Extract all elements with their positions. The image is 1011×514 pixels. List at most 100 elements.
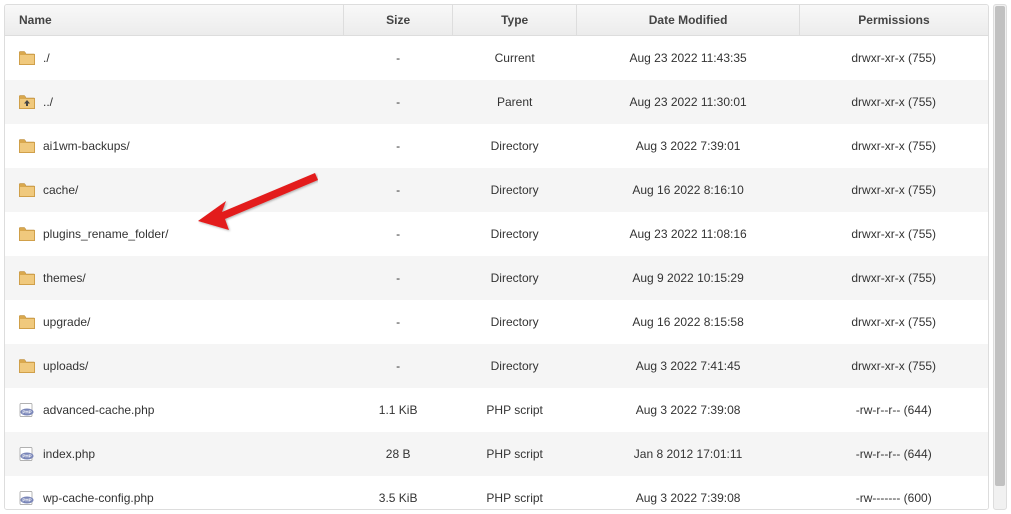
- file-name-label: themes/: [43, 271, 86, 285]
- col-header-size[interactable]: Size: [344, 5, 453, 36]
- cell-date: Aug 3 2022 7:39:01: [577, 124, 800, 168]
- svg-text:PHP: PHP: [22, 453, 31, 458]
- cell-type: Directory: [453, 212, 577, 256]
- table-header-row: Name Size Type Date Modified Permissions: [5, 5, 988, 36]
- file-name-label: index.php: [43, 447, 95, 461]
- scrollbar-thumb[interactable]: [995, 6, 1005, 486]
- col-header-date[interactable]: Date Modified: [577, 5, 800, 36]
- cell-type: PHP script: [453, 388, 577, 432]
- folder-icon: [19, 51, 35, 65]
- cell-size: 3.5 KiB: [344, 476, 453, 511]
- cell-perm: -rw------- (600): [799, 476, 988, 511]
- table-row[interactable]: PHP advanced-cache.php 1.1 KiBPHP scriptAu…: [5, 388, 988, 432]
- table-row[interactable]: ai1wm-backups/-DirectoryAug 3 2022 7:39:…: [5, 124, 988, 168]
- php-icon: PHP: [19, 491, 35, 505]
- cell-type: Directory: [453, 124, 577, 168]
- cell-type: Directory: [453, 168, 577, 212]
- cell-name[interactable]: plugins_rename_folder/: [5, 212, 344, 256]
- file-table: Name Size Type Date Modified Permissions…: [5, 5, 988, 510]
- cell-type: Directory: [453, 344, 577, 388]
- php-icon: PHP: [19, 447, 35, 461]
- cell-type: Directory: [453, 256, 577, 300]
- table-row[interactable]: upgrade/ -DirectoryAug 16 2022 8:15:58drw…: [5, 300, 988, 344]
- svg-text:PHP: PHP: [22, 497, 31, 502]
- cell-perm: drwxr-xr-x (755): [799, 256, 988, 300]
- cell-size: -: [344, 168, 453, 212]
- file-name-label: plugins_rename_folder/: [43, 227, 168, 241]
- col-header-perm[interactable]: Permissions: [799, 5, 988, 36]
- col-header-name[interactable]: Name: [5, 5, 344, 36]
- cell-name[interactable]: PHP wp-cache-config.php: [5, 476, 344, 511]
- folder-icon: [19, 359, 35, 373]
- cell-date: Aug 3 2022 7:39:08: [577, 388, 800, 432]
- up-icon: [19, 95, 35, 109]
- cell-date: Aug 3 2022 7:39:08: [577, 476, 800, 511]
- cell-perm: -rw-r--r-- (644): [799, 388, 988, 432]
- cell-perm: drwxr-xr-x (755): [799, 168, 988, 212]
- cell-size: -: [344, 344, 453, 388]
- file-name-label: advanced-cache.php: [43, 403, 154, 417]
- file-name-label: ../: [43, 95, 53, 109]
- cell-perm: -rw-r--r-- (644): [799, 432, 988, 476]
- cell-type: Parent: [453, 80, 577, 124]
- cell-name[interactable]: PHP advanced-cache.php: [5, 388, 344, 432]
- cell-type: PHP script: [453, 432, 577, 476]
- cell-date: Aug 16 2022 8:15:58: [577, 300, 800, 344]
- cell-perm: drwxr-xr-x (755): [799, 344, 988, 388]
- scrollbar[interactable]: [993, 4, 1007, 510]
- table-row[interactable]: plugins_rename_folder/ -DirectoryAug 23 2…: [5, 212, 988, 256]
- cell-size: -: [344, 300, 453, 344]
- cell-name[interactable]: ../: [5, 80, 344, 124]
- cell-size: -: [344, 80, 453, 124]
- folder-icon: [19, 139, 35, 153]
- file-panel: Name Size Type Date Modified Permissions…: [4, 4, 989, 510]
- file-name-label: wp-cache-config.php: [43, 491, 154, 505]
- table-row[interactable]: uploads/ -DirectoryAug 3 2022 7:41:45drwx…: [5, 344, 988, 388]
- cell-perm: drwxr-xr-x (755): [799, 80, 988, 124]
- cell-date: Aug 23 2022 11:08:16: [577, 212, 800, 256]
- table-row[interactable]: ../ -ParentAug 23 2022 11:30:01drwxr-xr-x…: [5, 80, 988, 124]
- cell-date: Aug 23 2022 11:43:35: [577, 36, 800, 80]
- cell-type: PHP script: [453, 476, 577, 511]
- cell-date: Aug 9 2022 10:15:29: [577, 256, 800, 300]
- cell-size: -: [344, 212, 453, 256]
- table-row[interactable]: cache/ -DirectoryAug 16 2022 8:16:10drwxr…: [5, 168, 988, 212]
- file-name-label: cache/: [43, 183, 78, 197]
- file-name-label: upgrade/: [43, 315, 90, 329]
- cell-name[interactable]: ./: [5, 36, 344, 80]
- cell-size: 28 B: [344, 432, 453, 476]
- cell-type: Current: [453, 36, 577, 80]
- cell-name[interactable]: PHP index.php: [5, 432, 344, 476]
- cell-perm: drwxr-xr-x (755): [799, 212, 988, 256]
- col-header-type[interactable]: Type: [453, 5, 577, 36]
- cell-name[interactable]: upgrade/: [5, 300, 344, 344]
- cell-size: -: [344, 36, 453, 80]
- cell-perm: drwxr-xr-x (755): [799, 300, 988, 344]
- folder-icon: [19, 315, 35, 329]
- cell-perm: drwxr-xr-x (755): [799, 124, 988, 168]
- cell-type: Directory: [453, 300, 577, 344]
- cell-date: Aug 16 2022 8:16:10: [577, 168, 800, 212]
- cell-size: 1.1 KiB: [344, 388, 453, 432]
- folder-icon: [19, 183, 35, 197]
- cell-date: Aug 23 2022 11:30:01: [577, 80, 800, 124]
- table-row[interactable]: PHP wp-cache-config.php 3.5 KiBPHP scriptA…: [5, 476, 988, 511]
- cell-name[interactable]: themes/: [5, 256, 344, 300]
- table-row[interactable]: themes/ -DirectoryAug 9 2022 10:15:29drwx…: [5, 256, 988, 300]
- cell-date: Aug 3 2022 7:41:45: [577, 344, 800, 388]
- cell-size: -: [344, 124, 453, 168]
- file-name-label: uploads/: [43, 359, 88, 373]
- cell-name[interactable]: uploads/: [5, 344, 344, 388]
- table-row[interactable]: PHP index.php 28 BPHP scriptJan 8 2012 17:…: [5, 432, 988, 476]
- file-name-label: ./: [43, 51, 50, 65]
- cell-size: -: [344, 256, 453, 300]
- table-row[interactable]: ./ -CurrentAug 23 2022 11:43:35drwxr-xr-x…: [5, 36, 988, 80]
- cell-date: Jan 8 2012 17:01:11: [577, 432, 800, 476]
- php-icon: PHP: [19, 403, 35, 417]
- cell-perm: drwxr-xr-x (755): [799, 36, 988, 80]
- folder-icon: [19, 271, 35, 285]
- cell-name[interactable]: cache/: [5, 168, 344, 212]
- folder-icon: [19, 227, 35, 241]
- cell-name[interactable]: ai1wm-backups/: [5, 124, 344, 168]
- svg-text:PHP: PHP: [22, 409, 31, 414]
